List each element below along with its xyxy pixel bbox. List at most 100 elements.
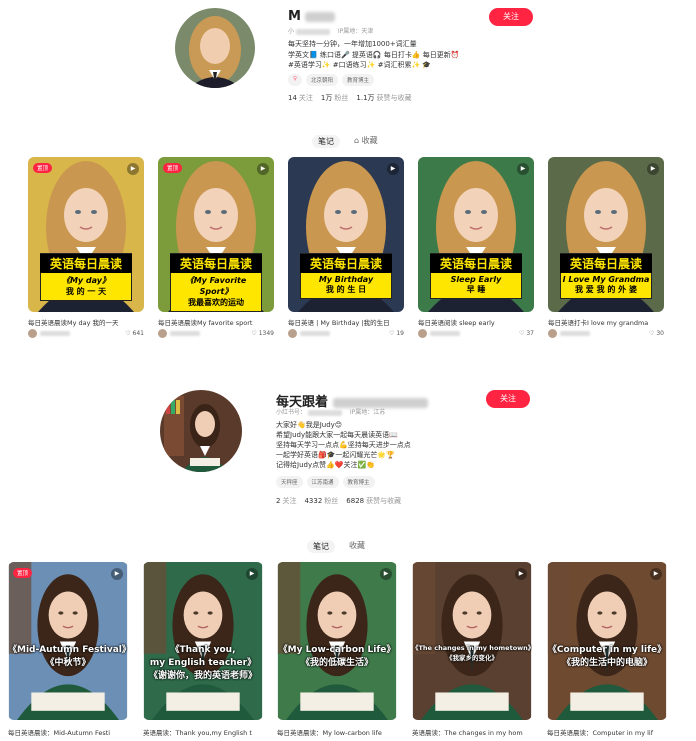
note-cover[interactable]: 《The changes in my hometown》 《我家乡的变化》 — [412, 562, 532, 720]
note-card[interactable]: 英语每日晨读 I Love My Grandma 我 爱 我 的 外 婆 ▶ 每日… — [548, 157, 664, 342]
note-title[interactable]: 每日英语晨读My favorite sport — [158, 317, 274, 327]
bio-line: #英语学习✨ #口语练习✨ #词汇积累✨ 🎓 — [288, 61, 432, 69]
note-title[interactable]: 每日英语晨读My day 我的一天 — [28, 317, 144, 327]
cover-line-3: 《谢谢你，我的英语老师》 — [148, 671, 257, 681]
cover-line-1: 《Mid-Autumn Festival》 — [8, 645, 128, 655]
follow-button[interactable]: 关注 — [486, 390, 530, 408]
following-stat[interactable]: 14 关注 — [288, 93, 313, 103]
cover-title-band: 《My Low-carbon Life》 《我的低碳生活》 — [277, 642, 397, 668]
pinned-badge: 置顶 — [13, 568, 33, 578]
like-count[interactable]: ♡ 1349 — [251, 330, 274, 337]
note-cover[interactable]: 英语每日晨读 Sleep Early 早 睡 — [418, 157, 534, 312]
tab-collect[interactable]: ⌂ 收藏 — [354, 135, 378, 148]
play-icon: ▶ — [650, 568, 662, 580]
pinned-badge: 置顶 — [163, 163, 183, 173]
cover-title-band: 《Computer in my life》 《我的生活中的电脑》 — [547, 642, 667, 668]
cover-title-band: 《Thank you, my English teacher》 《谢谢你，我的英… — [143, 642, 263, 681]
note-cover[interactable]: 英语每日晨读 I Love My Grandma 我 爱 我 的 外 婆 — [548, 157, 664, 312]
bio-line: 学英文📘 练口语🎤 提英语🎧 每日打卡👍 每日更新⏰ — [288, 50, 460, 59]
profile-tabs-2: 笔记 收藏 — [307, 540, 365, 553]
cover-line-2: 《我的低碳生活》 — [300, 658, 373, 668]
followers-stat[interactable]: 4332 粉丝 — [304, 496, 338, 506]
note-title[interactable]: 每日英语晨读：Mid-Autumn Festi — [8, 727, 128, 737]
note-title[interactable]: 英语晨读：The changes in my hom — [412, 727, 532, 737]
note-cover[interactable]: 《Computer in my life》 《我的生活中的电脑》 — [547, 562, 667, 720]
note-title[interactable]: 每日英语 | My Birthday |我的生日 — [288, 317, 404, 327]
avatar[interactable] — [160, 390, 242, 472]
author-avatar — [158, 329, 167, 338]
following-stat[interactable]: 2 关注 — [276, 496, 296, 506]
cover-title-box: 英语每日晨读 《My Favorite Sport》 我最喜欢的运动 — [169, 253, 263, 312]
note-card[interactable]: 英语每日晨读 《My Favorite Sport》 我最喜欢的运动 置顶 ▶ 每日… — [158, 157, 274, 342]
author-name — [300, 331, 330, 336]
author-avatar — [28, 329, 37, 338]
note-card[interactable]: 英语每日晨读 Sleep Early 早 睡 ▶ 每日英语阅读 sleep ear… — [418, 157, 534, 342]
note-title[interactable]: 每日英语晨读：Computer in my lif — [547, 727, 667, 737]
cover-title-band: 《Mid-Autumn Festival》 《中秋节》 — [8, 642, 128, 668]
tab-notes[interactable]: 笔记 — [312, 135, 340, 148]
like-count[interactable]: ♡ 641 — [125, 330, 144, 337]
heart-icon: ♡ — [251, 330, 257, 337]
note-cover[interactable]: 英语每日晨读 My Birthday 我 的 生 日 — [288, 157, 404, 312]
zodiac-tag: 天秤座 — [276, 476, 303, 488]
cover-headline: 英语每日晨读 — [559, 254, 653, 273]
like-count[interactable]: ♡ 30 — [649, 330, 664, 337]
note-title[interactable]: 每日英语阅读 sleep early — [418, 317, 534, 327]
bio-line: 每天坚持一分钟，一年增加1000+词汇量 — [288, 40, 417, 48]
user-id-label: 小红书号： — [276, 409, 307, 416]
cover-line-2: my English teacher》 — [149, 658, 257, 668]
note-cover[interactable]: 英语每日晨读 《My Favorite Sport》 我最喜欢的运动 — [158, 157, 274, 312]
note-cover[interactable]: 《My Low-carbon Life》 《我的低碳生活》 — [277, 562, 397, 720]
likes-stat: 1.1万 获赞与收藏 — [356, 94, 412, 102]
location-tag: 江苏南通 — [306, 476, 339, 488]
cover-line-2: 《我的生活中的电脑》 — [561, 658, 652, 668]
play-icon: ▶ — [246, 568, 258, 580]
note-author[interactable] — [288, 329, 330, 338]
cover-title-box: 英语每日晨读 Sleep Early 早 睡 — [429, 253, 523, 299]
note-card[interactable]: 《The changes in my hometown》 《我家乡的变化》 ▶ 英… — [412, 562, 532, 741]
note-card[interactable]: 《Mid-Autumn Festival》 《中秋节》 置顶 ▶ 每日英语晨读：Mi… — [8, 562, 128, 741]
avatar[interactable] — [175, 8, 255, 88]
tab-collect[interactable]: 收藏 — [349, 540, 365, 553]
cover-title-box: 英语每日晨读 《My day》 我 的 一 天 — [39, 253, 133, 301]
note-author[interactable] — [548, 329, 590, 338]
note-author[interactable] — [28, 329, 70, 338]
note-card[interactable]: 《Computer in my life》 《我的生活中的电脑》 ▶ 每日英语晨读… — [547, 562, 667, 741]
cover-title-band: 《The changes in my hometown》 《我家乡的变化》 — [412, 642, 532, 662]
profile-bio: 大家好👋我是Judy😊 希望Judy能跟大家一起每天晨读英语📖 坚持每天学习一点… — [276, 420, 411, 470]
note-title[interactable]: 每日英语晨读：My low-carbon life — [277, 727, 397, 737]
like-count[interactable]: ♡ 19 — [389, 330, 404, 337]
note-author[interactable] — [418, 329, 460, 338]
follow-button[interactable]: 关注 — [489, 8, 533, 26]
note-author[interactable] — [158, 329, 200, 338]
note-card[interactable]: 《Thank you, my English teacher》 《谢谢你，我的英… — [143, 562, 263, 741]
followers-stat[interactable]: 1万 粉丝 — [321, 93, 348, 103]
cover-chinese: 我最喜欢的运动 — [187, 298, 244, 307]
pinned-badge: 置顶 — [33, 163, 53, 173]
note-title[interactable]: 英语晨读：Thank you,my English t — [143, 727, 263, 737]
note-card[interactable]: 英语每日晨读 《My day》 我 的 一 天 置顶 ▶ 每日英语晨读My day … — [28, 157, 144, 342]
cover-book-title: 《My Favorite Sport》 — [185, 276, 247, 296]
cover-line-1: 《Computer in my life》 — [547, 645, 667, 655]
cover-headline: 英语每日晨读 — [299, 254, 393, 273]
note-cover[interactable]: 《Thank you, my English teacher》 《谢谢你，我的英… — [143, 562, 263, 720]
category-tag: 教育博主 — [342, 74, 375, 86]
like-count[interactable]: ♡ 37 — [519, 330, 534, 337]
gender-tag: ♀ — [288, 74, 303, 86]
tab-notes[interactable]: 笔记 — [307, 540, 335, 553]
cover-headline: 英语每日晨读 — [39, 254, 133, 273]
ip-location: IP属地：天津 — [337, 28, 374, 35]
cover-line-1: 《Thank you, — [170, 645, 236, 655]
cover-title-box: 英语每日晨读 I Love My Grandma 我 爱 我 的 外 婆 — [559, 253, 653, 299]
play-icon: ▶ — [517, 163, 529, 175]
note-card[interactable]: 《My Low-carbon Life》 《我的低碳生活》 ▶ 每日英语晨读：My… — [277, 562, 397, 741]
bio-line: 大家好👋我是Judy😊 — [276, 421, 343, 429]
note-cover[interactable]: 英语每日晨读 《My day》 我 的 一 天 — [28, 157, 144, 312]
cover-line-1: 《The changes in my hometown》 — [412, 644, 532, 652]
note-card[interactable]: 英语每日晨读 My Birthday 我 的 生 日 ▶ 每日英语 | My Bi… — [288, 157, 404, 342]
note-title[interactable]: 每日英语打卡I love my grandma — [548, 317, 664, 327]
author-avatar — [548, 329, 557, 338]
heart-icon: ♡ — [389, 330, 395, 337]
note-cover[interactable]: 《Mid-Autumn Festival》 《中秋节》 — [8, 562, 128, 720]
cover-book-title: I Love My Grandma — [562, 275, 650, 284]
